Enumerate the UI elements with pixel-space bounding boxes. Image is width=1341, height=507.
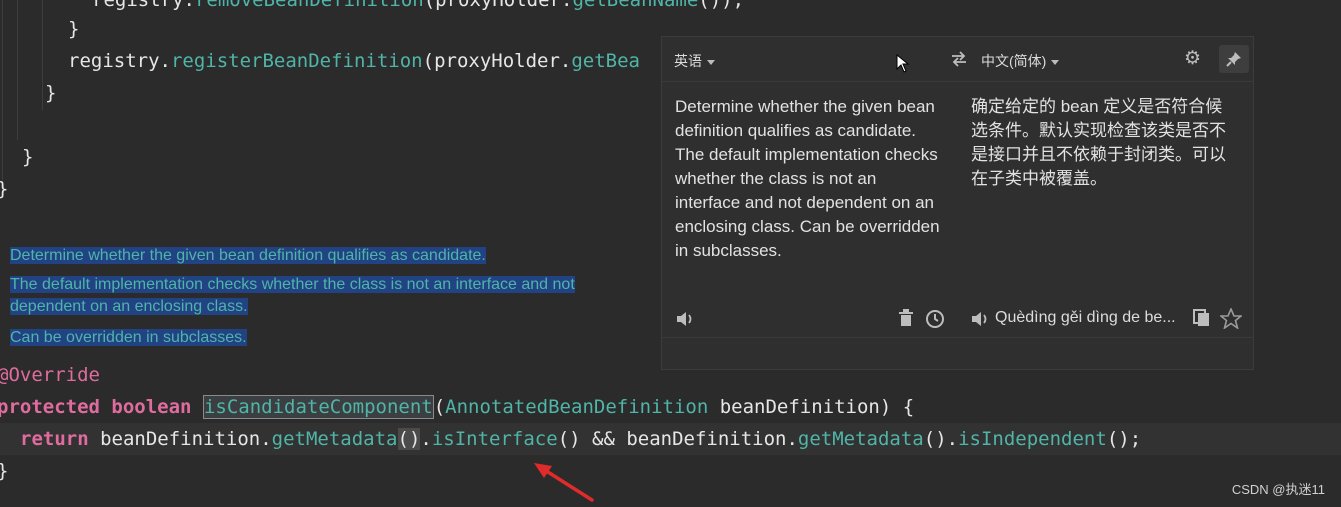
code-line: } <box>22 146 34 168</box>
popup-footer: Quèdìng gěi dìng de be... <box>662 301 1253 338</box>
doc-line: Can be overridden in subclasses. <box>10 329 247 346</box>
method-name[interactable]: isCandidateComponent <box>202 395 434 419</box>
translated-text: 确定给定的 bean 定义是否符合候选条件。默认实现检查该类是否不是接口并且不依… <box>971 97 1226 188</box>
doc-line: Determine whether the given bean definit… <box>10 247 486 264</box>
history-icon[interactable] <box>925 309 945 329</box>
code-line: } <box>0 173 8 205</box>
romanized-text: Quèdìng gěi dìng de be... <box>995 309 1176 326</box>
indent-guide <box>42 0 43 110</box>
code-line: registry.registerBeanDefinition(proxyHol… <box>68 50 640 72</box>
copy-icon[interactable] <box>1193 309 1211 327</box>
target-language-dropdown[interactable]: 中文(简体) <box>981 51 1060 71</box>
red-arrow-icon <box>534 463 594 502</box>
chevron-down-icon <box>1051 59 1060 65</box>
gear-icon[interactable]: ⚙ <box>1184 47 1201 70</box>
code-line: } <box>68 18 80 40</box>
code-line: } <box>45 82 57 104</box>
mouse-cursor-icon <box>896 54 910 73</box>
watermark: CSDN @执迷11 <box>1231 482 1325 497</box>
pin-button[interactable] <box>1219 45 1249 73</box>
swap-icon[interactable] <box>950 51 968 67</box>
doc-line: dependent on an enclosing class. <box>10 298 248 315</box>
code-line: } <box>0 455 8 487</box>
javadoc-comment[interactable]: Determine whether the given bean definit… <box>10 245 575 349</box>
trash-icon[interactable] <box>898 309 914 327</box>
indent-guide <box>17 0 18 140</box>
translation-popup[interactable]: 英语 中文(简体) ⚙ Determine whether the given … <box>661 36 1254 370</box>
speaker-icon[interactable] <box>970 310 992 328</box>
popup-header: 英语 中文(简体) ⚙ <box>662 37 1253 82</box>
star-icon[interactable] <box>1220 308 1242 329</box>
pin-icon <box>1226 52 1241 67</box>
source-language-dropdown[interactable]: 英语 <box>674 51 715 71</box>
matched-parens: () <box>397 428 421 450</box>
annotation: @Override <box>0 364 100 386</box>
chevron-down-icon <box>707 59 715 65</box>
indent-guide <box>2 0 3 180</box>
source-text: Determine whether the given bean definit… <box>675 97 940 260</box>
code-line: registry.removeBeanDefinition(proxyHolde… <box>92 0 745 11</box>
return-line: return beanDefinition.getMetadata().isIn… <box>20 428 1142 450</box>
doc-line: The default implementation checks whethe… <box>10 276 575 293</box>
speaker-icon[interactable] <box>675 310 697 328</box>
method-signature: protected boolean isCandidateComponent(A… <box>0 395 915 419</box>
